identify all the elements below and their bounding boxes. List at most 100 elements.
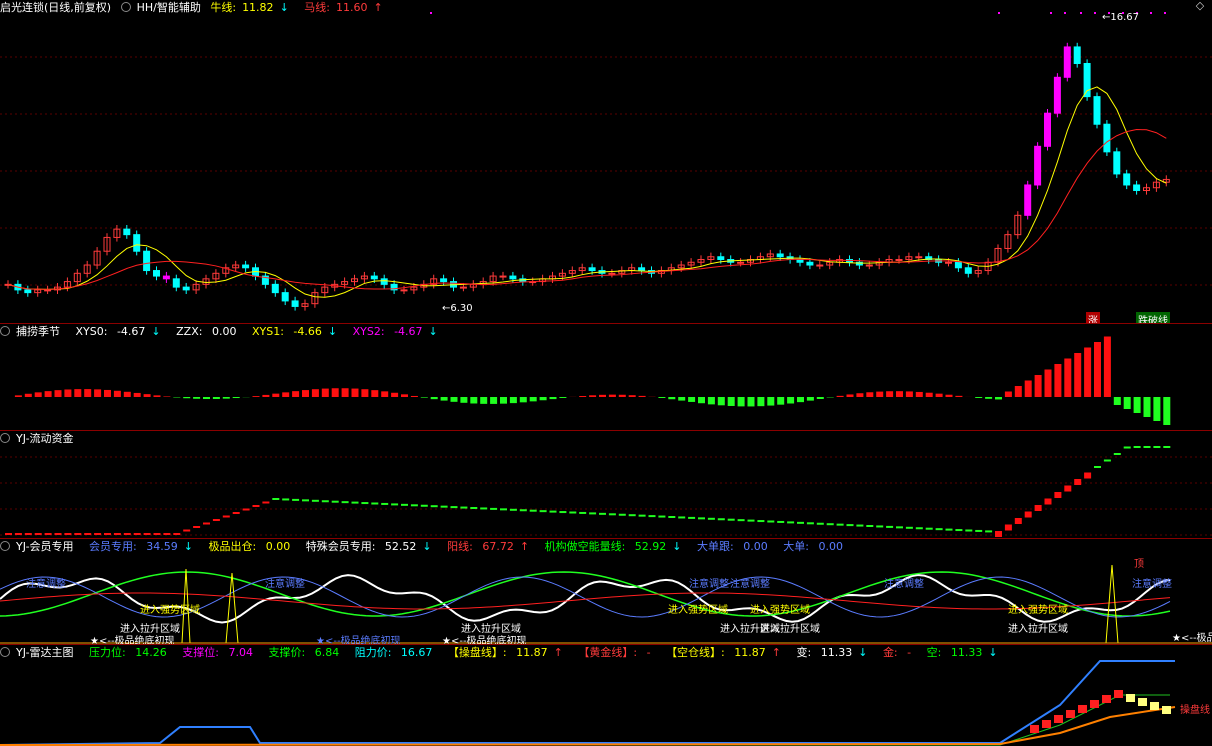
histogram-bar (876, 391, 884, 397)
histogram-bar (143, 394, 151, 397)
liquidity-mark (351, 501, 359, 504)
histogram-bar (1163, 397, 1171, 425)
top-marker (1080, 12, 1082, 14)
histogram-bar (391, 392, 399, 397)
histogram-bar (866, 392, 874, 397)
liquidity-mark (608, 513, 616, 516)
top-marker (430, 12, 432, 14)
candle-body (915, 256, 923, 259)
press-value: 14.26 (135, 646, 167, 659)
liquidity-mark (410, 504, 418, 507)
liquidity-mark (133, 533, 141, 535)
histogram-bar (1024, 380, 1032, 397)
histogram-bar (222, 397, 230, 399)
indicator-pane-member[interactable]: YJ-会员专用 会员专用: 34.59 ↓ 极品出仓: 0.00 特殊会员专用: … (0, 539, 1212, 644)
annotation-star-right: ★<--极品 (1172, 633, 1212, 644)
histogram-bar (94, 389, 102, 397)
pane2-header: 捕捞季节 XYS0: -4.67 ↓ ZZX: 0.00 XYS1: -4.66 ↓… (0, 324, 450, 339)
histogram-bar (84, 389, 92, 397)
gold-value: - (646, 646, 651, 659)
histogram-bar (480, 397, 488, 404)
liquidity-mark (123, 533, 131, 535)
candle-body (1044, 112, 1051, 147)
histogram-bar (311, 389, 319, 397)
radar-block (1042, 720, 1051, 728)
pane3-title: YJ-流动资金 (16, 432, 74, 445)
scroll-up-icon[interactable]: ◇ (1194, 0, 1206, 12)
liquidity-mark (44, 533, 52, 535)
liquidity-mark (153, 533, 161, 535)
annotation-lift: 进入拉升区域 (760, 624, 820, 635)
liquidity-mark (668, 516, 676, 518)
indicator-pane-liquidity[interactable]: YJ-流动资金 (0, 431, 1212, 538)
histogram-bar (599, 394, 606, 397)
liquidity-mark (242, 508, 250, 511)
liquidity-mark (282, 498, 290, 501)
histogram-bar (262, 394, 270, 397)
liquidity-mark (321, 500, 329, 503)
liquidity-mark (549, 510, 557, 513)
liquidity-mark (638, 514, 646, 517)
indicator-pane-radar[interactable]: YJ-雷达主图 压力位: 14.26 支撑位: 7.04 支撑价: 6.84 阻… (0, 645, 1212, 746)
histogram-bar (787, 397, 795, 404)
empty-label: 【空仓线】: (666, 646, 725, 659)
candle-body (816, 264, 824, 267)
histogram-bar (193, 397, 201, 399)
indicator-icon (120, 2, 131, 12)
radar-block (1102, 695, 1111, 703)
annotation-bottom: ★<--极品绝底初现 (442, 636, 527, 644)
liquidity-mark (737, 519, 745, 522)
candle-body (588, 267, 596, 272)
liquidity-mark (569, 511, 577, 514)
histogram-bar (658, 397, 666, 398)
histogram-bar (767, 397, 775, 406)
candle-body (1083, 62, 1091, 98)
liquidity-mark (846, 524, 854, 527)
histogram-bar (183, 397, 191, 399)
candle-body (400, 289, 408, 292)
radar-chart (0, 660, 1176, 746)
change-label: 变: (796, 646, 812, 659)
top-marker (1050, 12, 1052, 14)
candle-body (44, 289, 52, 292)
pane-icon (0, 326, 10, 336)
candle-body (737, 261, 745, 264)
liquidity-mark (341, 501, 349, 504)
candle-body (172, 278, 180, 288)
horse-line-value: 11.60 (336, 1, 368, 14)
liquidity-mark (658, 515, 666, 518)
histogram-bar (678, 397, 686, 401)
liquidity-mark (272, 498, 280, 500)
candle-body (153, 270, 160, 277)
indicator-pane-fishing[interactable]: 捕捞季节 XYS0: -4.67 ↓ ZZX: 0.00 XYS1: -4.66 ↓… (0, 324, 1212, 430)
manip-label: 【操盘线】: (447, 646, 507, 659)
xys2-value: -4.67 (394, 325, 423, 338)
candle-body (123, 228, 131, 236)
liquidity-mark (500, 508, 507, 511)
histogram-bar (410, 395, 418, 397)
candle-body (143, 250, 151, 272)
histogram-bar (24, 393, 32, 397)
liquidity-mark (401, 503, 408, 506)
liquidity-mark (371, 502, 379, 505)
liquidity-mark (113, 533, 121, 535)
pane5-title: YJ-雷达主图 (16, 646, 74, 659)
histogram-bar (282, 392, 290, 397)
radar-block (1030, 725, 1039, 733)
histogram-bar (104, 389, 111, 397)
liquidity-mark (173, 533, 181, 535)
annotation-attention: 注意调整 (26, 579, 66, 590)
liquidity-mark (717, 518, 725, 521)
candlestick-chart[interactable] (0, 0, 1212, 323)
liquidity-mark (54, 533, 62, 535)
histogram-bar (618, 394, 626, 397)
main-chart-pane[interactable]: 启光连锁(日线,前复权) HH/智能辅助 牛线: 11.82 ↓ 马线: 11.60 ↑… (0, 0, 1212, 323)
liquidity-mark (945, 528, 953, 531)
histogram-bar (470, 397, 478, 404)
histogram-bar (1103, 336, 1111, 397)
kong-label: 空: (926, 646, 942, 659)
histogram-bar (1064, 358, 1072, 397)
histogram-bar (1004, 391, 1012, 397)
liquidity-mark (787, 521, 795, 524)
indicator-name: HH/智能辅助 (136, 1, 201, 14)
